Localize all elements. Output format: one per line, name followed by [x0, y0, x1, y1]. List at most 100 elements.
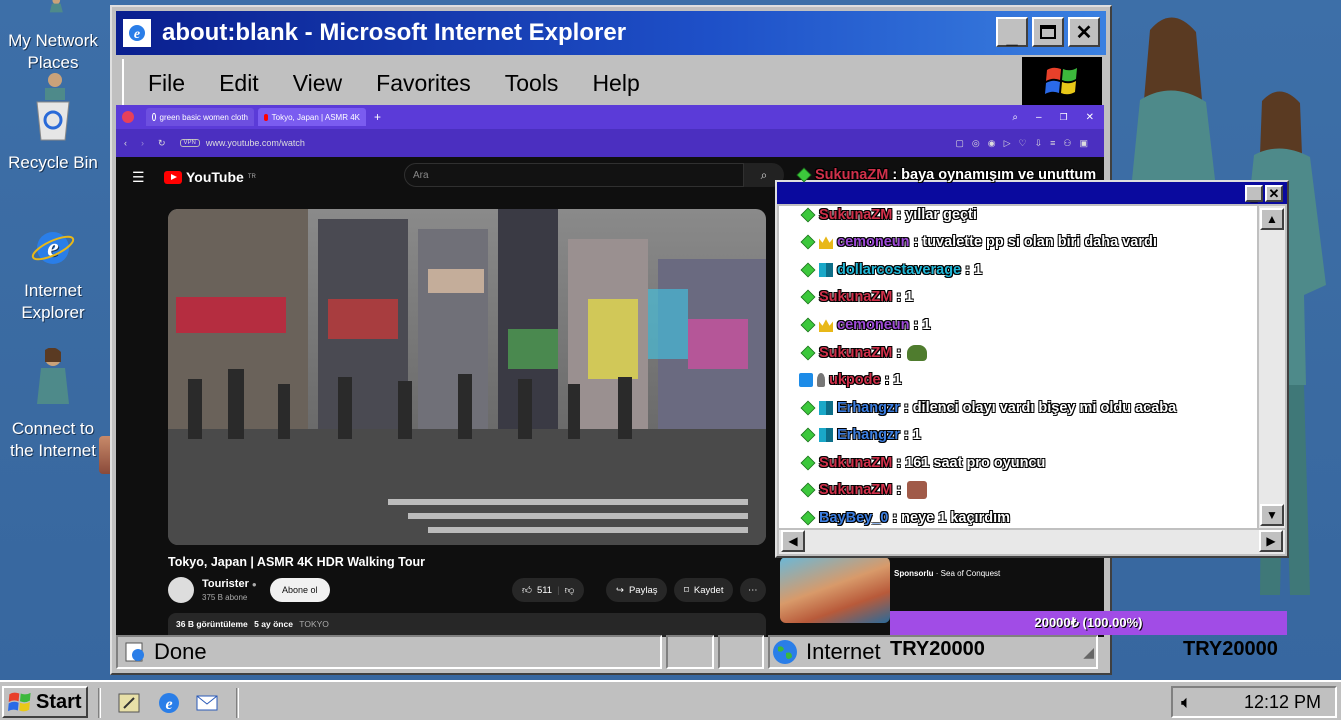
browser-tab-active[interactable]: Tokyo, Japan | ASMR 4K: [258, 108, 366, 126]
desktop-icon-internet-explorer[interactable]: e Internet Explorer: [0, 226, 106, 324]
maximize-button[interactable]: [1032, 17, 1064, 47]
chat-text: : dilenci olayı vardı bişey mi oldu acab…: [903, 400, 1177, 416]
share-button[interactable]: ↪ Paylaş: [606, 578, 668, 602]
browser-menu-icon[interactable]: [122, 111, 134, 123]
chat-horizontal-scrollbar[interactable]: ◀ ▶: [779, 530, 1285, 554]
menu-file[interactable]: File: [148, 70, 185, 97]
toolbar-icons[interactable]: ▢◎◉▷♡⇩≡⚇▣: [955, 138, 1096, 149]
video-title: Tokyo, Japan | ASMR 4K HDR Walking Tour: [168, 555, 425, 569]
face-emote-icon: [907, 481, 928, 499]
chat-message: dollarcostaverage : 1: [800, 257, 983, 283]
scroll-right-button[interactable]: ▶: [1259, 530, 1283, 552]
youtube-logo-region: TR: [247, 174, 256, 180]
url-field[interactable]: www.youtube.com/watch: [206, 138, 305, 148]
like-button[interactable]: 👍︎ 511 | 👎︎: [512, 578, 585, 602]
desktop-icon-label: Recycle Bin: [8, 153, 98, 172]
youtube-header: ☰ YouTube TR Ara ⌕: [116, 157, 784, 197]
video-description[interactable]: 36 B görüntüleme 5 ay önce TOKYO: [168, 613, 766, 637]
window-title: about:blank - Microsoft Internet Explore…: [162, 19, 627, 46]
thumbs-down-icon[interactable]: 👎︎: [565, 584, 575, 596]
restore-icon[interactable]: ❐: [1060, 112, 1068, 123]
sponsored-info[interactable]: Sponsorlu · Sea of Conquest: [894, 569, 1000, 578]
chat-minimize-button[interactable]: _: [1245, 184, 1263, 203]
start-button[interactable]: Start: [2, 686, 88, 718]
desktop-icon-connect-internet[interactable]: Connect to the Internet: [0, 347, 106, 462]
sponsored-label: Sponsorlu: [894, 569, 934, 578]
close-button[interactable]: ✕: [1068, 17, 1100, 47]
taskbar-separator: [236, 688, 239, 718]
chat-username: dollarcostaverage: [837, 262, 962, 278]
sponsored-thumbnail[interactable]: [780, 557, 890, 623]
sub-badge-icon: [819, 263, 833, 277]
clock[interactable]: 12:12 PM: [1244, 692, 1321, 713]
browser-address-bar: ‹ › ↻ VPN www.youtube.com/watch ▢◎◉▷♡⇩≡⚇…: [116, 129, 1104, 157]
chat-text: : 1: [903, 427, 921, 443]
video-player[interactable]: [168, 209, 766, 545]
menu-edit[interactable]: Edit: [219, 70, 259, 97]
reload-icon[interactable]: ↻: [158, 138, 166, 149]
scroll-up-button[interactable]: ▲: [1260, 208, 1284, 230]
chat-badge-icon: [800, 345, 816, 361]
vpn-badge-icon[interactable]: VPN: [179, 139, 200, 147]
hamburger-menu-icon[interactable]: ☰: [132, 169, 145, 186]
scroll-left-button[interactable]: ◀: [781, 530, 805, 552]
youtube-logo[interactable]: YouTube TR: [164, 169, 256, 185]
chat-username: SukunaZM: [819, 345, 893, 361]
desktop-icon-recycle-bin[interactable]: Recycle Bin: [0, 72, 106, 174]
chat-close-button[interactable]: ✕: [1265, 184, 1283, 202]
chat-badge-icon: [800, 207, 816, 223]
chat-text: : 1: [896, 289, 914, 305]
thumbs-up-icon: 👍︎: [522, 585, 532, 596]
chat-text: : yıllar geçti: [896, 207, 977, 223]
connect-internet-icon: [37, 347, 69, 404]
save-button[interactable]: ⌑ Kaydet: [674, 578, 734, 602]
back-icon[interactable]: ‹: [124, 138, 127, 148]
windows-flag-icon: [8, 692, 31, 712]
chat-username: BayBey_0: [819, 510, 889, 526]
window-title-bar[interactable]: e about:blank - Microsoft Internet Explo…: [116, 11, 1106, 55]
sub-badge-icon: [819, 401, 833, 415]
arrow-left-icon: ◀: [788, 534, 798, 548]
chat-messages: SukunaZM : yıllar geçti cemoneun : tuval…: [779, 206, 1257, 528]
share-label: Paylaş: [628, 584, 658, 596]
save-label: Kaydet: [693, 584, 724, 596]
search-icon: ⌕: [760, 167, 768, 182]
minimize-icon[interactable]: –: [1036, 112, 1042, 123]
youtube-search-input[interactable]: Ara: [404, 163, 744, 187]
chat-text: : neye 1 kaçırdım: [892, 510, 1010, 526]
volume-icon[interactable]: 🔈︎: [1181, 692, 1192, 713]
youtube-favicon-icon: [264, 113, 268, 121]
browser-tab[interactable]: green basic women cloth: [146, 108, 254, 126]
new-tab-icon[interactable]: +: [374, 110, 381, 124]
chat-vertical-scrollbar[interactable]: ▲ ▼: [1259, 206, 1285, 528]
scroll-down-button[interactable]: ▼: [1260, 504, 1284, 526]
chat-message: cemoneun : 1: [800, 312, 930, 338]
channel-subscribers: 375 B abone: [202, 593, 248, 602]
menu-view[interactable]: View: [293, 70, 342, 97]
chat-message: SukunaZM :: [800, 477, 928, 503]
menu-help[interactable]: Help: [592, 70, 639, 97]
menu-favorites[interactable]: Favorites: [376, 70, 471, 97]
search-icon[interactable]: ⌕: [1012, 112, 1018, 123]
windows-flag-icon: [1045, 67, 1077, 95]
channel-avatar[interactable]: [168, 577, 194, 603]
internet-explorer-quicklaunch-icon[interactable]: e: [156, 690, 182, 716]
resize-grip-icon[interactable]: ◢: [1083, 644, 1094, 661]
minimize-button[interactable]: _: [996, 17, 1028, 48]
outlook-express-icon[interactable]: [194, 690, 220, 716]
more-actions-button[interactable]: ⋯: [740, 578, 766, 602]
video-tag[interactable]: TOKYO: [299, 619, 329, 629]
channel-name[interactable]: Tourister ●: [202, 578, 257, 590]
subscribe-button[interactable]: Abone ol: [270, 578, 330, 602]
crown-badge-icon: [819, 319, 833, 332]
windows-logo-throbber: [1022, 57, 1102, 105]
desktop-icon-label: Internet Explorer: [21, 281, 85, 322]
chat-message: Erhangzr : dilenci olayı vardı bişey mi …: [800, 395, 1177, 421]
menu-tools[interactable]: Tools: [505, 70, 559, 97]
share-icon: ↪: [616, 584, 624, 596]
close-icon[interactable]: ✕: [1086, 112, 1094, 123]
desktop-icon-my-network-places[interactable]: My Network Places: [0, 0, 106, 74]
show-desktop-icon[interactable]: [116, 690, 142, 716]
chat-text: : 1: [965, 262, 983, 278]
forward-icon[interactable]: ›: [141, 138, 144, 148]
